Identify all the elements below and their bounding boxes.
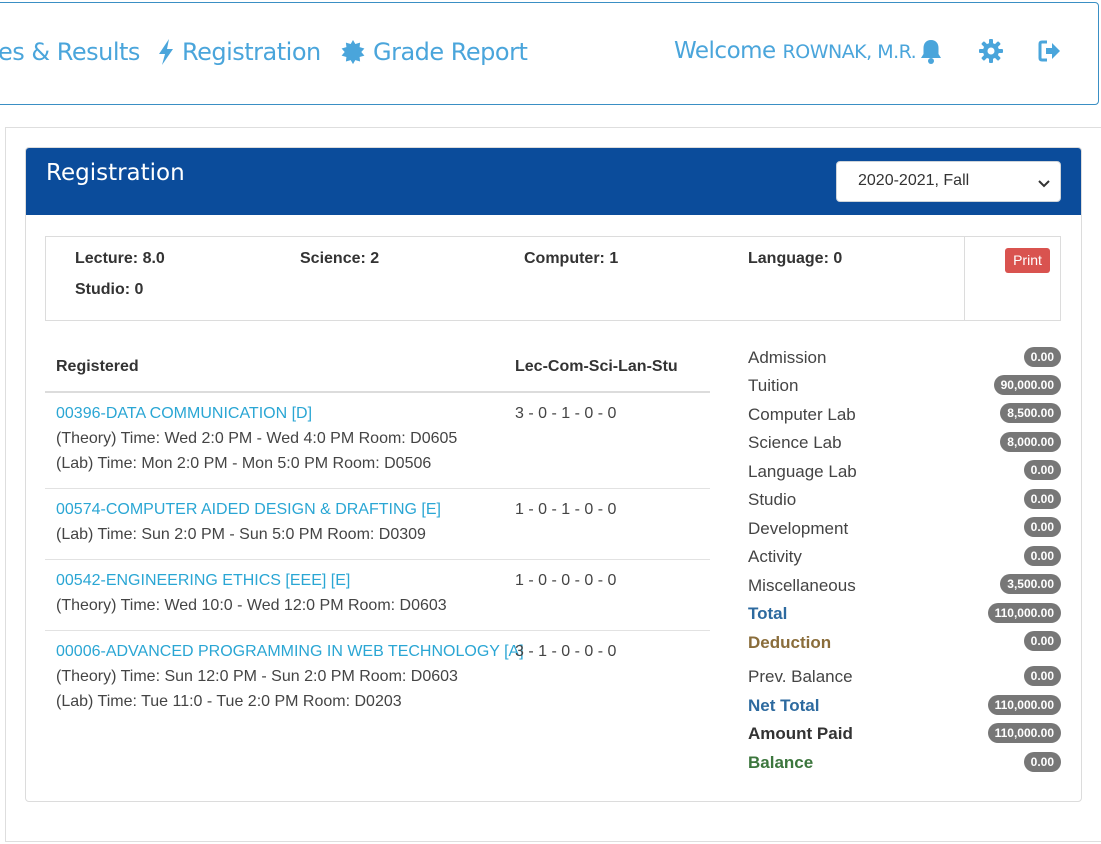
sign-out-icon[interactable] [1038,39,1062,68]
fee-label-science-lab: Science Lab [748,433,842,452]
fee-label-amount-paid: Amount Paid [748,724,853,743]
user-name: ROWNAK, M.R. [782,41,917,63]
semester-selected-value: 2020-2021, Fall [858,172,970,189]
row-divider [45,559,710,560]
lecture-credits: Lecture: 8.0 [75,250,165,267]
course-schedule: (Theory) Time: Wed 2:0 PM - Wed 4:0 PM R… [56,430,458,447]
fee-value-admission: 0.00 [1023,347,1061,367]
row-divider [45,488,710,489]
nav-item-grade-report[interactable]: Grade Report [341,38,528,66]
row-divider [45,630,710,631]
studio-credits: Studio: 0 [75,281,144,298]
fee-value-development: 0.00 [1023,517,1061,537]
fee-value-language-lab: 0.00 [1023,460,1061,480]
table-header-divider [45,391,710,393]
fee-value-tuition: 90,000.00 [993,375,1061,395]
print-button[interactable]: Print [1005,248,1050,273]
column-header-lcs: Lec-Com-Sci-Lan-Stu [515,358,678,375]
course-credits: 1 - 0 - 1 - 0 - 0 [515,501,617,518]
welcome-prefix: Welcome [674,38,776,64]
fee-label-tuition: Tuition [748,376,799,395]
nav-item-label: Grade Report [373,38,528,66]
course-link[interactable]: 00396-DATA COMMUNICATION [D] [56,405,312,423]
fee-label-development: Development [748,519,849,538]
fee-label-computer-lab: Computer Lab [748,405,856,424]
divider [964,236,965,321]
welcome-text: Welcome ROWNAK, M.R. [674,38,917,64]
fee-value-studio: 0.00 [1023,489,1061,509]
nav-item-label: es & Results [0,38,140,66]
fee-label-balance: Balance [748,753,814,772]
nav-item-registration[interactable]: Registration [158,38,321,66]
nav-item-label: Registration [182,38,321,66]
fee-value-science-lab: 8,000.00 [1000,432,1061,452]
fee-value-prev-balance: 0.00 [1023,666,1061,686]
fee-value-total: 110,000.00 [987,603,1061,623]
course-credits: 3 - 0 - 1 - 0 - 0 [515,405,617,422]
course-schedule: (Theory) Time: Sun 12:0 PM - Sun 2:0 PM … [56,668,458,685]
fee-value-amount-paid: 110,000.00 [987,723,1061,743]
course-credits: 1 - 0 - 0 - 0 - 0 [515,572,617,589]
course-schedule: (Lab) Time: Sun 2:0 PM - Sun 5:0 PM Room… [56,526,426,543]
fee-label-studio: Studio [748,490,797,509]
fee-label-admission: Admission [748,348,827,367]
fee-value-net-total: 110,000.00 [987,695,1061,715]
course-schedule: (Lab) Time: Tue 11:0 - Tue 2:0 PM Room: … [56,693,402,710]
certificate-icon [341,40,365,65]
course-schedule: (Lab) Time: Mon 2:0 PM - Mon 5:0 PM Room… [56,455,432,472]
fee-value-miscellaneous: 3,500.00 [1000,574,1061,594]
course-link[interactable]: 00542-ENGINEERING ETHICS [EEE] [E] [56,572,350,590]
course-schedule: (Theory) Time: Wed 10:0 - Wed 12:0 PM Ro… [56,597,447,614]
chevron-down-icon [1038,176,1050,194]
column-header-registered: Registered [56,358,139,375]
fee-value-deduction: 0.00 [1023,631,1061,651]
gear-icon[interactable] [979,39,1003,68]
fee-label-miscellaneous: Miscellaneous [748,576,856,595]
fee-label-activity: Activity [748,547,802,566]
bell-icon[interactable] [919,39,943,70]
course-link[interactable]: 00574-COMPUTER AIDED DESIGN & DRAFTING [… [56,501,441,519]
fee-value-activity: 0.00 [1023,546,1061,566]
fee-value-balance: 0.00 [1023,752,1061,772]
bolt-icon [158,39,174,65]
nav-item-courses-results[interactable]: es & Results [0,38,140,66]
language-credits: Language: 0 [748,250,843,267]
credit-summary [45,236,1061,321]
computer-credits: Computer: 1 [524,250,619,267]
fee-label-prev-balance: Prev. Balance [748,667,853,686]
science-credits: Science: 2 [300,250,380,267]
card-title: Registration [46,160,185,186]
course-credits: 3 - 1 - 0 - 0 - 0 [515,643,617,660]
fee-label-net-total: Net Total [748,696,820,715]
fee-label-total: Total [748,604,788,623]
fee-value-computer-lab: 8,500.00 [1000,403,1061,423]
course-link[interactable]: 00006-ADVANCED PROGRAMMING IN WEB TECHNO… [56,643,524,661]
fee-label-deduction: Deduction [748,633,832,652]
semester-select[interactable]: 2020-2021, Fall [836,161,1061,202]
fee-label-language-lab: Language Lab [748,462,857,481]
